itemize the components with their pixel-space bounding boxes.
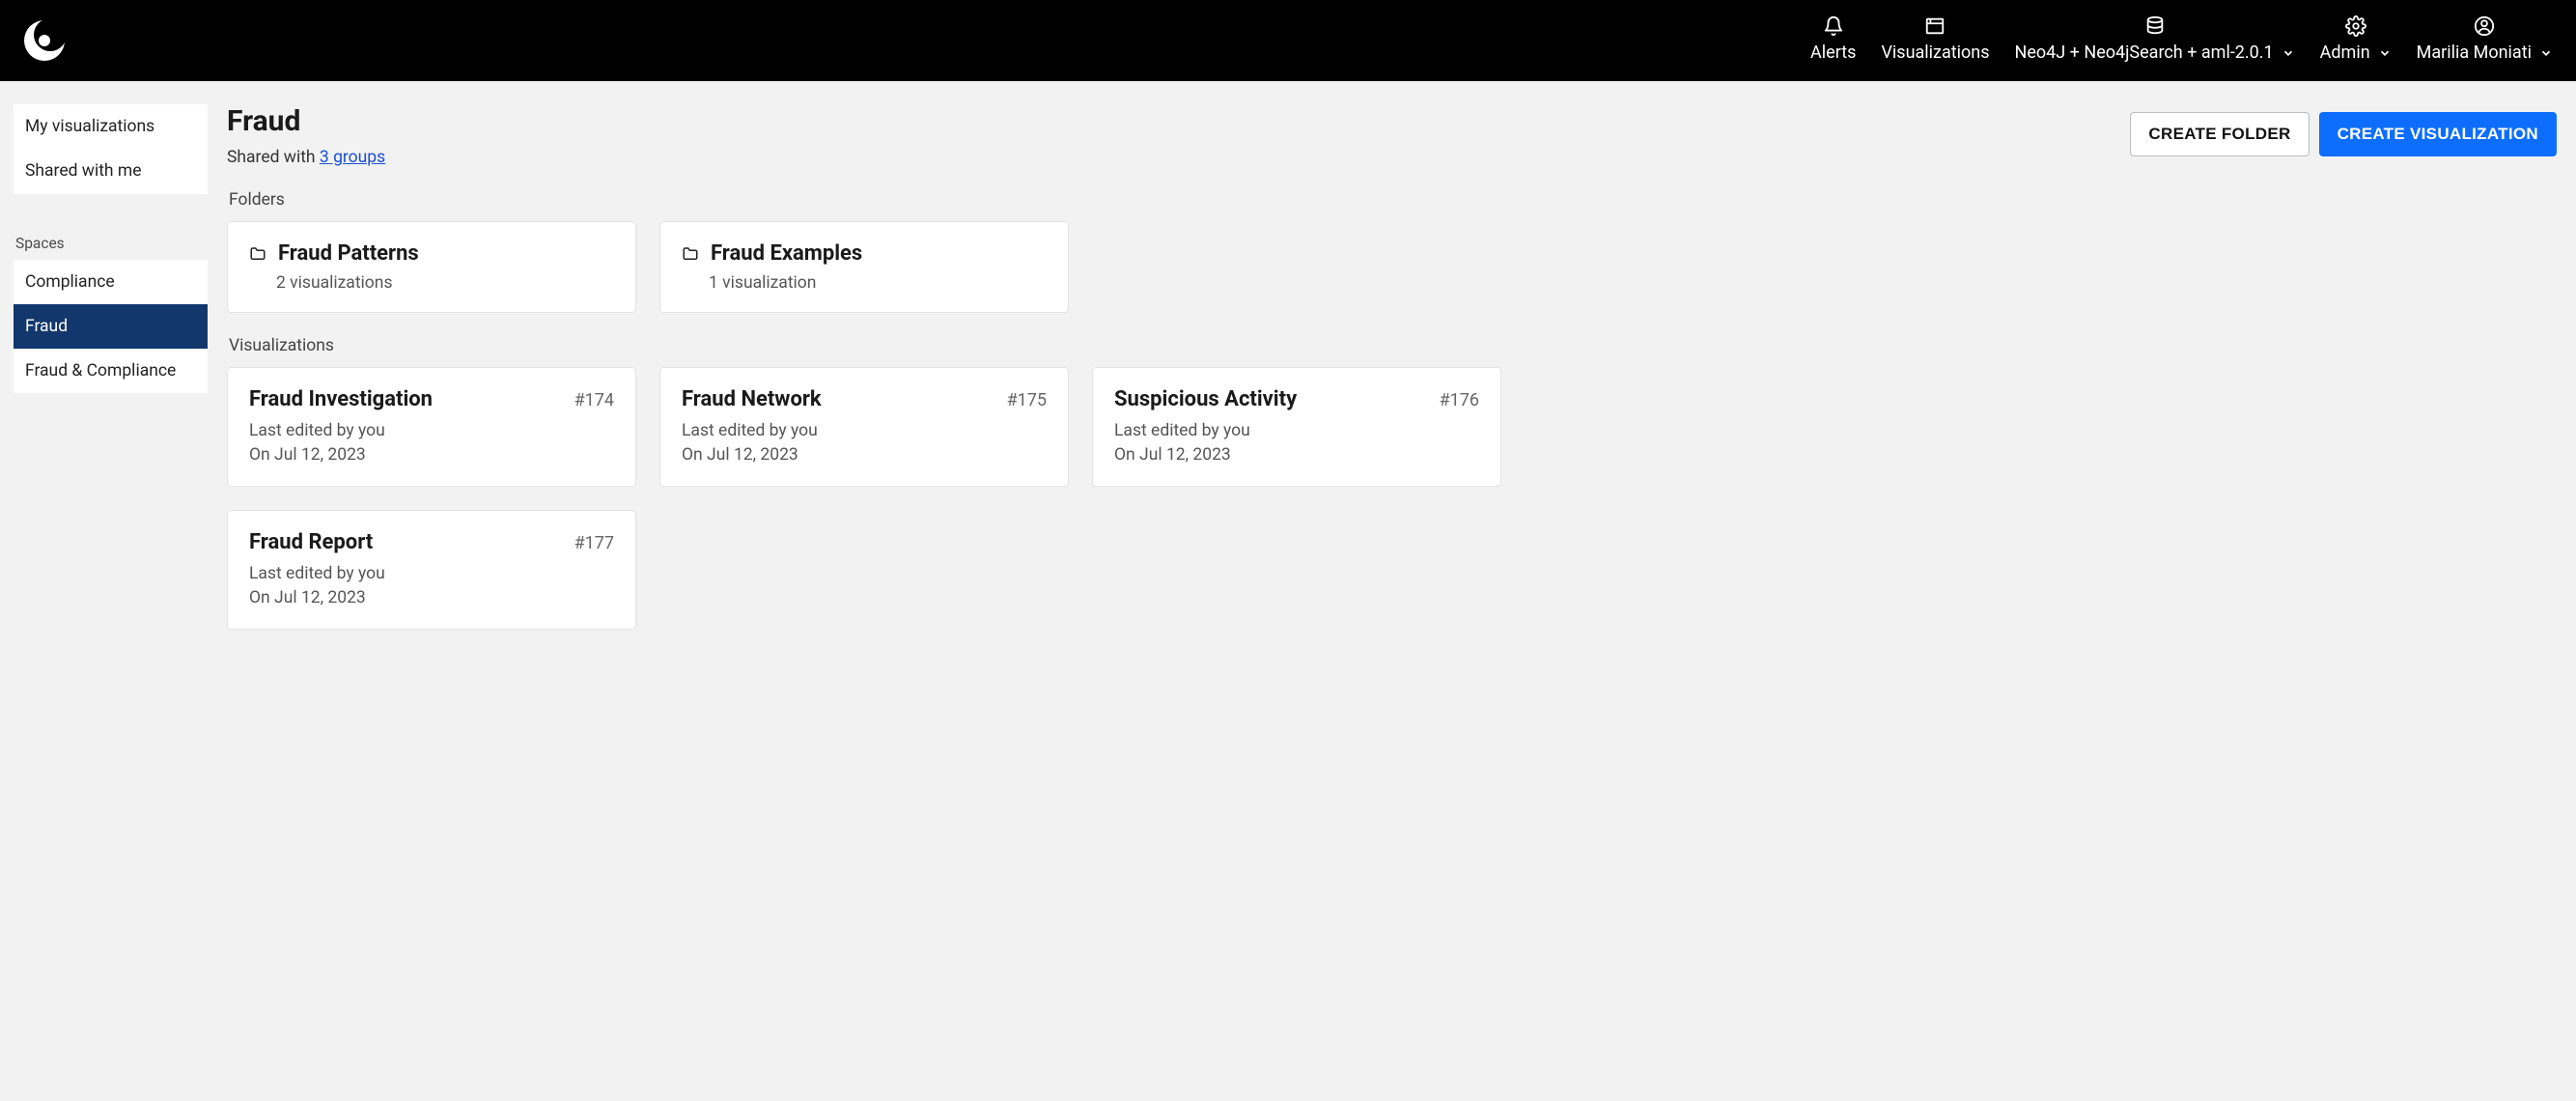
nav-user[interactable]: Marilia Moniati [2417, 14, 2553, 67]
shared-with: Shared with 3 groups [227, 148, 2130, 167]
visualization-editor: Last edited by you [249, 562, 614, 586]
folders-grid: Fraud Patterns 2 visualizations Fraud Ex… [227, 221, 2557, 313]
user-icon [2474, 14, 2495, 38]
nav-visualizations-label: Visualizations [1881, 42, 1989, 63]
nav-datasource[interactable]: Neo4J + Neo4jSearch + aml-2.0.1 [2015, 14, 2295, 67]
sidebar-item-fraud[interactable]: Fraud [14, 304, 208, 349]
visualization-id: #175 [1007, 390, 1047, 410]
folder-subtitle: 1 visualization [682, 273, 1047, 293]
main-content: Fraud Shared with 3 groups Create Folder… [208, 81, 2576, 668]
visualizations-heading: Visualizations [229, 336, 2557, 355]
nav-user-label: Marilia Moniati [2417, 42, 2532, 63]
bell-icon [1823, 14, 1844, 38]
folder-title: Fraud Examples [711, 241, 862, 266]
visualization-editor: Last edited by you [1114, 419, 1479, 443]
page-title: Fraud [227, 104, 2130, 138]
sidebar: My visualizations Shared with me Spaces … [0, 81, 208, 668]
visualization-title: Fraud Report [249, 530, 373, 554]
visualization-date: On Jul 12, 2023 [249, 443, 614, 467]
visualization-title: Fraud Network [682, 387, 822, 411]
visualization-id: #174 [574, 390, 614, 410]
sidebar-spaces-heading: Spaces [14, 235, 208, 260]
visualizations-grid: Fraud Investigation #174 Last edited by … [227, 367, 2557, 630]
visualization-editor: Last edited by you [682, 419, 1047, 443]
app-logo[interactable] [23, 19, 66, 62]
folder-icon [249, 245, 266, 263]
nav-alerts-label: Alerts [1810, 42, 1856, 63]
visualization-date: On Jul 12, 2023 [1114, 443, 1479, 467]
visualization-editor: Last edited by you [249, 419, 614, 443]
chevron-down-icon [2378, 46, 2392, 60]
visualization-id: #176 [1440, 390, 1479, 410]
dashboard-icon [1924, 14, 1946, 38]
shared-groups-link[interactable]: 3 groups [320, 148, 385, 167]
visualization-date: On Jul 12, 2023 [249, 586, 614, 610]
folder-subtitle: 2 visualizations [249, 273, 614, 293]
create-folder-button[interactable]: Create Folder [2130, 112, 2309, 156]
sidebar-item-shared-with-me[interactable]: Shared with me [14, 149, 208, 193]
visualization-card[interactable]: Suspicious Activity #176 Last edited by … [1092, 367, 1501, 487]
sidebar-item-my-visualizations[interactable]: My visualizations [14, 104, 208, 149]
visualization-title: Suspicious Activity [1114, 387, 1297, 411]
chevron-down-icon [2282, 46, 2295, 60]
create-visualization-button[interactable]: Create Visualization [2319, 112, 2557, 156]
nav-admin-label: Admin [2320, 42, 2370, 63]
nav-alerts[interactable]: Alerts [1810, 14, 1856, 67]
topbar-nav: Alerts Visualizations Neo4J [1810, 14, 2553, 67]
visualization-card[interactable]: Fraud Investigation #174 Last edited by … [227, 367, 636, 487]
shared-prefix: Shared with [227, 148, 320, 167]
folder-title: Fraud Patterns [278, 241, 419, 266]
visualization-card[interactable]: Fraud Network #175 Last edited by you On… [659, 367, 1069, 487]
topbar: Alerts Visualizations Neo4J [0, 0, 2576, 81]
folder-icon [682, 245, 699, 263]
sidebar-item-compliance[interactable]: Compliance [14, 260, 208, 304]
nav-admin[interactable]: Admin [2320, 14, 2392, 67]
visualization-card[interactable]: Fraud Report #177 Last edited by you On … [227, 510, 636, 630]
visualization-title: Fraud Investigation [249, 387, 433, 411]
folders-heading: Folders [229, 190, 2557, 210]
visualization-id: #177 [574, 533, 614, 553]
database-icon [2144, 14, 2166, 38]
visualization-date: On Jul 12, 2023 [682, 443, 1047, 467]
gear-icon [2345, 14, 2366, 38]
folder-card[interactable]: Fraud Examples 1 visualization [659, 221, 1069, 313]
sidebar-item-fraud-compliance[interactable]: Fraud & Compliance [14, 349, 208, 393]
nav-datasource-label: Neo4J + Neo4jSearch + aml-2.0.1 [2015, 42, 2274, 63]
chevron-down-icon [2539, 46, 2553, 60]
nav-visualizations[interactable]: Visualizations [1881, 14, 1989, 67]
folder-card[interactable]: Fraud Patterns 2 visualizations [227, 221, 636, 313]
